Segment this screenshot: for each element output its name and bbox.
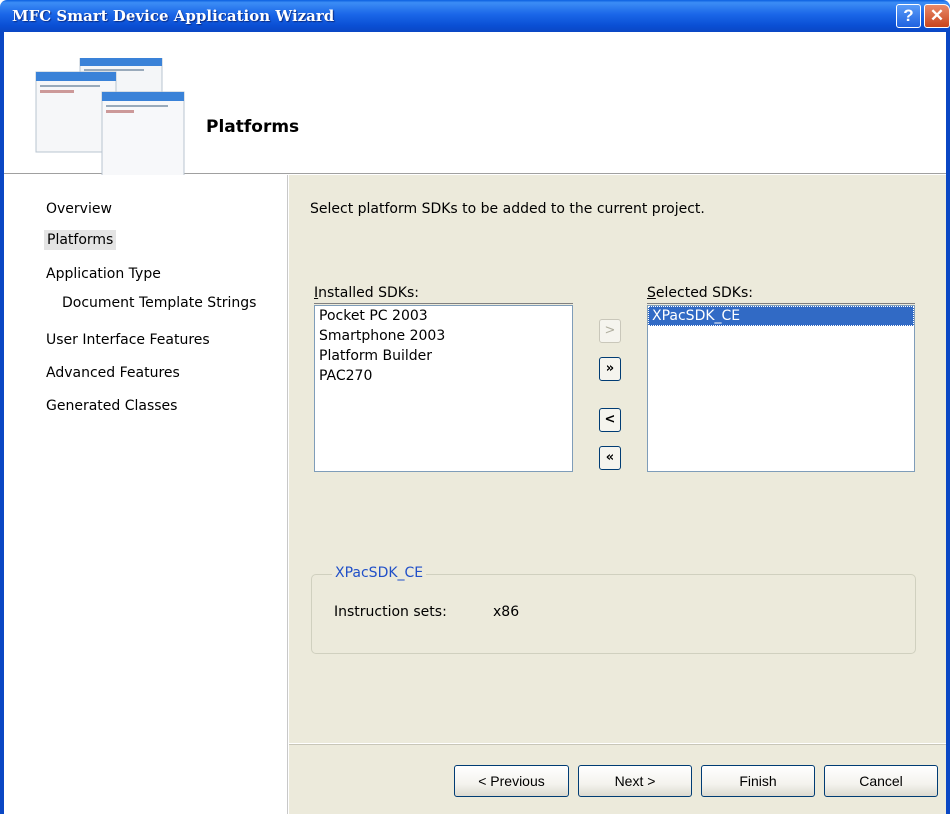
previous-button[interactable]: < Previous (454, 765, 569, 797)
nav-item-user-interface-features[interactable]: User Interface Features (46, 332, 210, 348)
close-button[interactable]: ✕ (924, 4, 950, 28)
instruction-text: Select platform SDKs to be added to the … (310, 201, 705, 217)
add-button[interactable]: > (599, 319, 621, 343)
sdk-details-group: XPacSDK_CE Instruction sets: x86 (311, 565, 916, 654)
nav-item-document-template-strings[interactable]: Document Template Strings (62, 295, 256, 311)
help-button[interactable]: ? (896, 4, 921, 28)
footer-divider (289, 744, 946, 745)
platforms-page: Select platform SDKs to be added to the … (289, 175, 946, 743)
window-title: MFC Smart Device Application Wizard (12, 7, 335, 25)
selected-sdks-list[interactable]: XPacSDK_CE (647, 305, 915, 472)
page-heading: Platforms (206, 117, 300, 137)
instruction-sets-label: Instruction sets: (334, 604, 447, 620)
cancel-button[interactable]: Cancel (824, 765, 938, 797)
list-item[interactable]: PAC270 (315, 366, 572, 386)
list-item[interactable]: Platform Builder (315, 346, 572, 366)
nav-item-advanced-features[interactable]: Advanced Features (46, 365, 180, 381)
next-button[interactable]: Next > (578, 765, 692, 797)
remove-all-button[interactable]: « (599, 446, 621, 470)
wizard-header: Platforms (4, 32, 946, 183)
nav-item-application-type[interactable]: Application Type (46, 266, 161, 282)
list-item[interactable]: XPacSDK_CE (648, 306, 914, 326)
finish-button[interactable]: Finish (701, 765, 815, 797)
selected-sdks-label: Selected SDKs: (647, 285, 754, 301)
nav-item-generated-classes[interactable]: Generated Classes (46, 398, 177, 414)
installed-label-rule (314, 303, 573, 304)
installed-sdks-label: Installed SDKs: (314, 285, 419, 301)
nav-item-overview[interactable]: Overview (46, 201, 112, 217)
installed-sdks-list[interactable]: Pocket PC 2003 Smartphone 2003 Platform … (314, 305, 573, 472)
remove-button[interactable]: < (599, 408, 621, 432)
list-item[interactable]: Pocket PC 2003 (315, 306, 572, 326)
add-all-button[interactable]: » (599, 357, 621, 381)
wizard-windows-icon (35, 58, 185, 183)
wizard-footer: < Previous Next > Finish Cancel (289, 743, 946, 814)
nav-item-platforms[interactable]: Platforms (44, 230, 117, 250)
selected-label-rule (647, 303, 915, 304)
list-item[interactable]: Smartphone 2003 (315, 326, 572, 346)
instruction-sets-value: x86 (493, 604, 520, 620)
sdk-details-title: XPacSDK_CE (332, 565, 427, 581)
window-frame-right (946, 32, 950, 814)
wizard-nav: Overview Platforms Application Type Docu… (4, 175, 288, 814)
title-bar[interactable]: MFC Smart Device Application Wizard ? ✕ (0, 0, 950, 32)
